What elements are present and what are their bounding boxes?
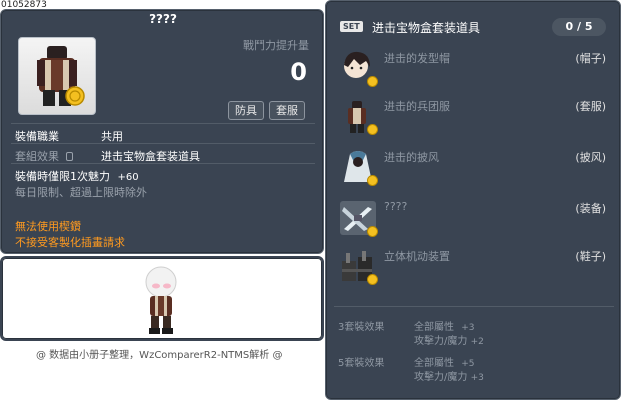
set-effect-5-stat-2: 攻擊力/魔力 +3: [414, 368, 484, 383]
blades-icon: [338, 199, 378, 237]
overall-costume-icon: [37, 46, 85, 106]
set-item-name: ????: [384, 200, 408, 213]
credit-text: @ 数据由小册子整理，WzComparerR2-NTMS解析 @: [36, 350, 283, 361]
divider: [11, 123, 315, 124]
gear-device-icon: [338, 247, 378, 285]
set-item[interactable]: 进击的兵团服 (套服): [338, 97, 608, 137]
set-effect-5-stat-1: 全部屬性 +5: [414, 354, 474, 369]
set-title: 进击宝物盒套装道具: [372, 21, 481, 35]
job-value: 共用: [101, 130, 123, 143]
charm-row: 裝備時僅限1次魅力 +60: [15, 168, 139, 184]
set-item-name: 立体机动装置: [384, 250, 450, 263]
divider: [334, 306, 614, 307]
charm-label: 裝備時僅限1次魅力: [15, 170, 110, 183]
overall-icon: [338, 97, 378, 135]
item-icon-frame: [18, 37, 96, 115]
set-effect-label-text: 套組效果: [15, 150, 59, 163]
coin-icon: [367, 76, 378, 87]
set-effect-5-label: 5套裝效果: [338, 358, 385, 369]
set-effect-3-label: 3套裝效果: [338, 322, 385, 333]
set-item-name: 进击的兵团服: [384, 100, 450, 113]
set-item-name: 进击的发型帽: [384, 52, 450, 65]
set-item[interactable]: 进击的披风 (披风): [338, 148, 608, 188]
charm-value: +60: [117, 172, 139, 183]
item-name: ????: [149, 12, 177, 26]
set-item-type: (鞋子): [575, 250, 606, 263]
set-effect-3-stat-1: 全部屬性 +3: [414, 318, 474, 333]
set-item-type: (装备): [575, 202, 606, 215]
power-increase-label: 戰鬥力提升量: [243, 39, 309, 52]
stat-name: 攻擊力/魔力: [414, 372, 468, 383]
tag-armor: 防具: [228, 101, 264, 120]
set-item-type: (帽子): [575, 52, 606, 65]
coin-icon: [367, 124, 378, 135]
hat-icon: [338, 49, 378, 87]
warning-no-custom: 不接受客製化插畫請求: [15, 236, 125, 249]
coin-icon: [367, 274, 378, 285]
coin-icon: [367, 226, 378, 237]
set-info-panel: SET 进击宝物盒套装道具 0 / 5 进击的发型帽 (帽子) 进击的兵团服 (…: [325, 0, 621, 400]
divider: [11, 163, 315, 164]
set-item[interactable]: 进击的发型帽 (帽子): [338, 49, 608, 89]
divider: [11, 143, 315, 144]
set-item-type: (套服): [575, 100, 606, 113]
set-item-name: 进击的披风: [384, 151, 439, 164]
set-item[interactable]: ???? (装备): [338, 199, 608, 239]
character-avatar: [145, 266, 177, 334]
set-effect-3-stat-2: 攻擊力/魔力 +2: [414, 332, 484, 347]
job-label: 裝備職業: [15, 130, 59, 143]
set-item[interactable]: 立体机动装置 (鞋子): [338, 247, 608, 287]
set-count: 0 / 5: [552, 18, 606, 36]
stat-value: +3: [470, 373, 484, 383]
warning-no-socket: 無法使用楔鑽: [15, 220, 81, 233]
lock-icon: [65, 152, 73, 161]
coin-icon: [367, 175, 378, 186]
set-effect-label: 套組效果: [15, 148, 73, 164]
item-tooltip-panel: ???? 戰鬥力提升量 0 防具 套服 裝備職業 共用 套組效果 进击宝物盒套装…: [0, 9, 324, 254]
power-increase-value: 0: [290, 58, 307, 86]
limit-note: 每日限制、超過上限時除外: [15, 186, 147, 199]
cape-icon: [338, 148, 378, 186]
set-effect-value: 进击宝物盒套装道具: [101, 150, 200, 163]
stat-value: +2: [470, 337, 484, 347]
set-item-type: (披风): [575, 151, 606, 164]
stat-name: 攻擊力/魔力: [414, 336, 468, 347]
tag-suit: 套服: [269, 101, 305, 120]
set-badge: SET: [340, 21, 363, 32]
character-preview-panel: [0, 256, 324, 341]
